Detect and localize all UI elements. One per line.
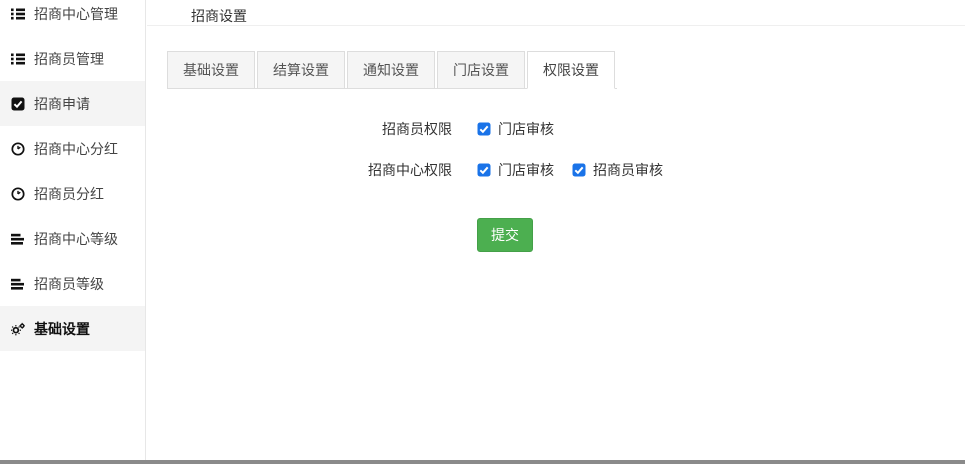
form-row-center-permission: 招商中心权限 门店审核: [167, 160, 965, 180]
tab-basic-settings[interactable]: 基础设置: [167, 51, 255, 89]
sidebar-item-label: 招商员等级: [34, 274, 104, 294]
clock-icon: [11, 142, 25, 156]
checkbox-label: 招商员审核: [593, 160, 663, 180]
permission-form: 招商员权限 门店审核: [167, 119, 965, 252]
sidebar-menu: 招商中心管理 招商员管理: [0, 0, 145, 351]
field-label: 招商员权限: [167, 119, 452, 139]
main-content: 招商设置 基础设置 结算设置 通知设置 门店设置 权限设置 招商员权限: [147, 0, 965, 460]
tab-notice-settings[interactable]: 通知设置: [347, 51, 435, 89]
sidebar-item-merchant-staff-dividend[interactable]: 招商员分红: [0, 171, 145, 216]
sidebar-item-merchant-center-manage[interactable]: 招商中心管理: [0, 0, 145, 36]
checkbox-checked-icon[interactable]: [477, 163, 491, 177]
checkbox-label: 门店审核: [498, 119, 554, 139]
sidebar-item-merchant-staff-manage[interactable]: 招商员管理: [0, 36, 145, 81]
bars-icon: [11, 277, 25, 291]
sidebar-item-label: 招商中心管理: [34, 4, 118, 24]
tab-store-settings[interactable]: 门店设置: [437, 51, 525, 89]
checkbox-label: 门店审核: [498, 160, 554, 180]
sidebar-item-merchant-apply[interactable]: 招商申请: [0, 81, 145, 126]
list-icon: [11, 52, 25, 66]
checkbox-checked-icon[interactable]: [572, 163, 586, 177]
field-label: 招商中心权限: [167, 160, 452, 180]
sidebar-item-label: 招商员管理: [34, 49, 104, 69]
sidebar-item-label: 招商申请: [34, 94, 90, 114]
check-square-icon: [11, 97, 25, 111]
tab-settlement-settings[interactable]: 结算设置: [257, 51, 345, 89]
tab-permission-settings[interactable]: 权限设置: [527, 51, 615, 89]
checkbox-store-audit[interactable]: 门店审核: [477, 160, 554, 180]
settings-tabs: 基础设置 结算设置 通知设置 门店设置 权限设置: [167, 51, 617, 89]
horizontal-scrollbar[interactable]: [0, 460, 965, 464]
clock-icon: [11, 187, 25, 201]
gears-icon: [11, 322, 25, 336]
sidebar-item-label: 招商中心分红: [34, 139, 118, 159]
page-header: 招商设置: [147, 0, 965, 26]
sidebar-item-label: 基础设置: [34, 319, 90, 339]
sidebar-item-merchant-staff-level[interactable]: 招商员等级: [0, 261, 145, 306]
settings-panel: 基础设置 结算设置 通知设置 门店设置 权限设置 招商员权限: [147, 26, 965, 252]
page-title: 招商设置: [191, 8, 247, 24]
submit-button[interactable]: 提交: [477, 218, 533, 252]
app-window: 招商中心管理 招商员管理: [0, 0, 965, 469]
bars-icon: [11, 232, 25, 246]
checkbox-checked-icon[interactable]: [477, 122, 491, 136]
sidebar-item-label: 招商员分红: [34, 184, 104, 204]
list-icon: [11, 7, 25, 21]
checkbox-store-audit[interactable]: 门店审核: [477, 119, 554, 139]
form-row-staff-permission: 招商员权限 门店审核: [167, 119, 965, 139]
sidebar-item-basic-settings[interactable]: 基础设置: [0, 306, 145, 351]
sidebar-item-merchant-center-level[interactable]: 招商中心等级: [0, 216, 145, 261]
checkbox-staff-audit[interactable]: 招商员审核: [572, 160, 663, 180]
sidebar: 招商中心管理 招商员管理: [0, 0, 146, 460]
sidebar-item-merchant-center-dividend[interactable]: 招商中心分红: [0, 126, 145, 171]
sidebar-item-label: 招商中心等级: [34, 229, 118, 249]
